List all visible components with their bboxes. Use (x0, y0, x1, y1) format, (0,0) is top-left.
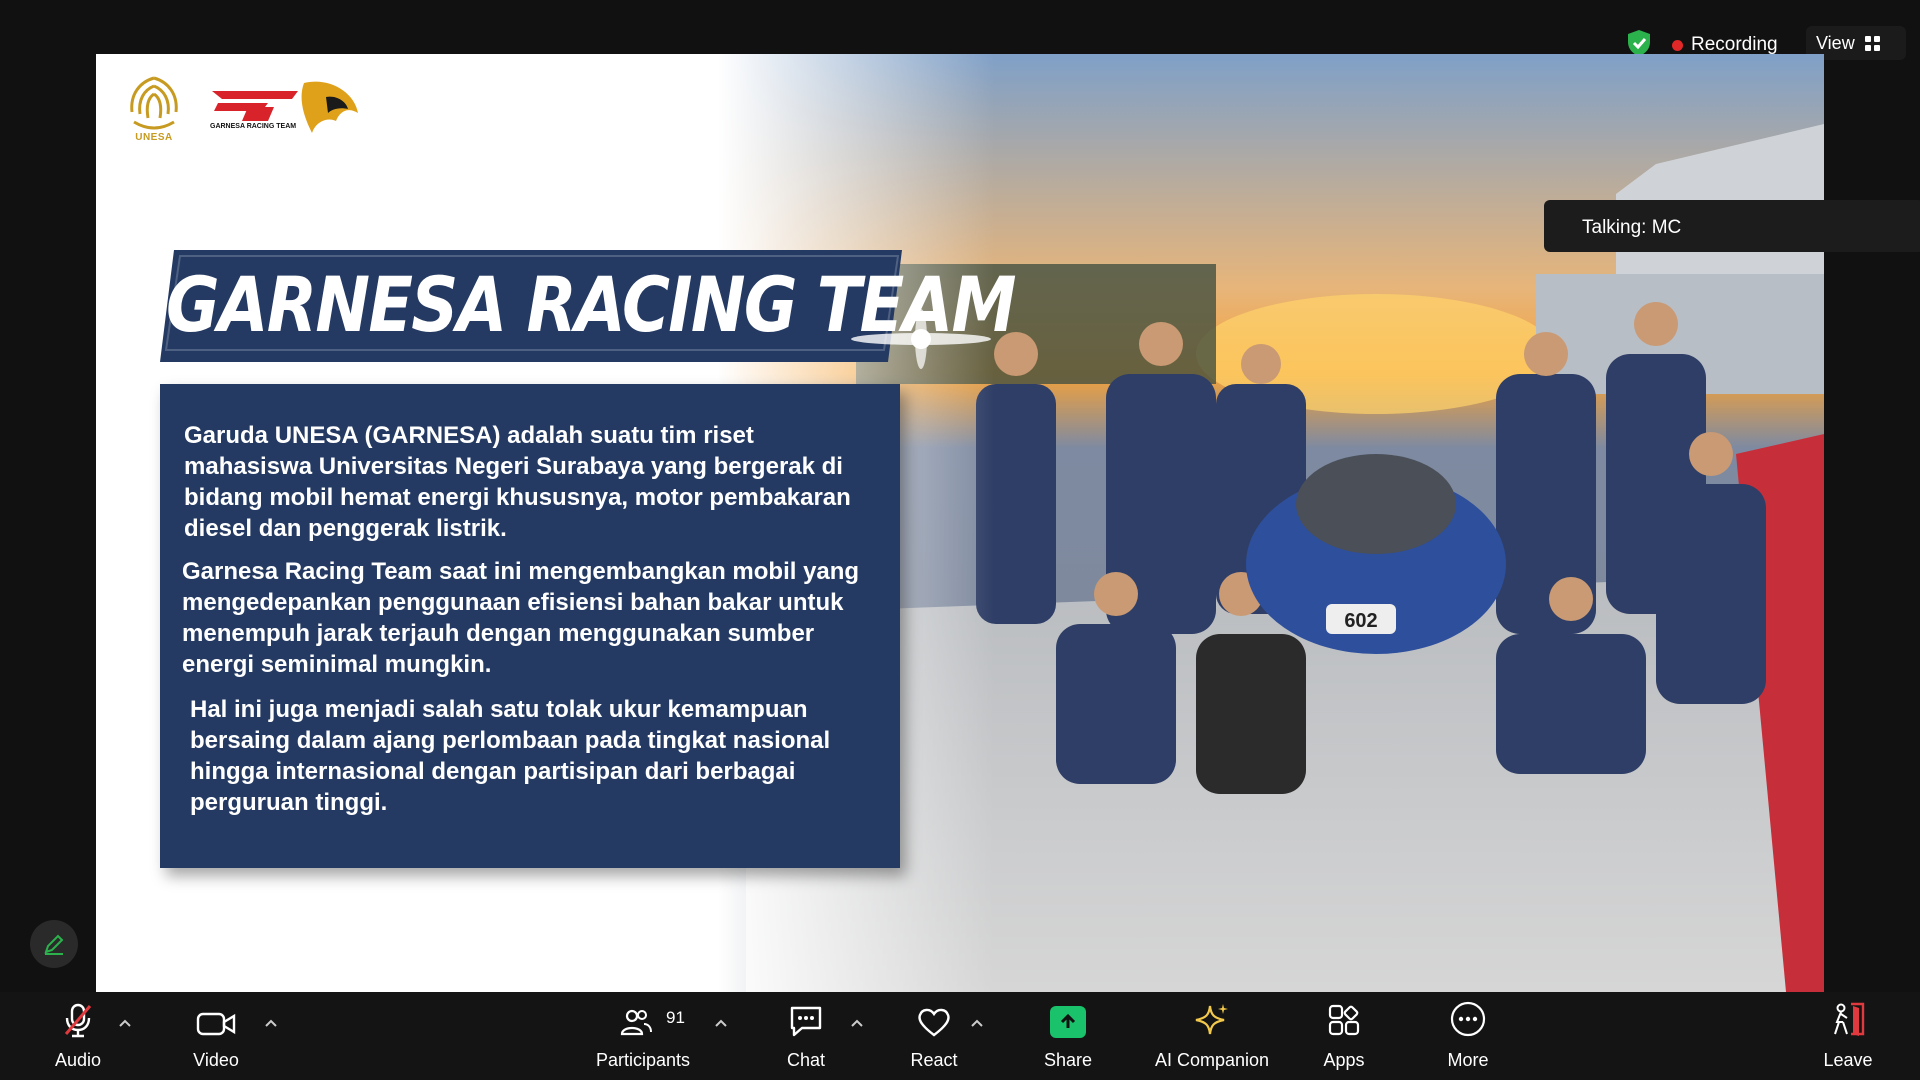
ai-companion-button[interactable]: AI Companion (1150, 992, 1274, 1080)
meeting-toolbar: Audio Video Participants 91 Chat React S… (0, 992, 1920, 1080)
microphone-muted-icon (64, 1003, 92, 1038)
leave-door-icon (1834, 1002, 1865, 1036)
unesa-emblem-icon (130, 76, 178, 130)
view-label: View (1816, 32, 1855, 53)
audio-options-chevron-icon[interactable] (118, 1018, 132, 1028)
react-button[interactable]: React (904, 992, 964, 1080)
garnesa-logo: GARNESA RACING TEAM (208, 77, 364, 139)
annotate-button[interactable] (30, 920, 78, 968)
encryption-shield-icon[interactable] (1626, 29, 1652, 57)
description-paragraph-1: Garuda UNESA (GARNESA) adalah suatu tim … (184, 422, 851, 542)
logo-group: UNESA GARNESA RACING TEAM (120, 72, 364, 143)
video-options-chevron-icon[interactable] (264, 1018, 278, 1028)
share-button[interactable]: Share (1036, 992, 1100, 1080)
apps-button[interactable]: Apps (1314, 992, 1374, 1080)
garnesa-logo-text: GARNESA RACING TEAM (210, 122, 297, 130)
description-paragraph-3: Hal ini juga menjadi salah satu tolak uk… (190, 696, 831, 816)
participants-button[interactable]: Participants (590, 992, 696, 1080)
apps-label: Apps (1323, 1050, 1365, 1070)
audio-label: Audio (54, 1050, 102, 1070)
video-label: Video (193, 1050, 239, 1070)
recording-indicator[interactable]: Recording (1672, 34, 1778, 56)
chat-button[interactable]: Chat (776, 992, 836, 1080)
light-flare-decoration (851, 309, 991, 369)
more-button[interactable]: More (1438, 992, 1498, 1080)
participants-label: Participants (595, 1050, 691, 1070)
chat-options-chevron-icon[interactable] (850, 1018, 864, 1028)
video-button[interactable]: Video (184, 992, 248, 1080)
unesa-logo-text: UNESA (135, 132, 173, 143)
participants-count: 91 (666, 1008, 685, 1027)
pencil-icon (44, 934, 64, 955)
talking-indicator: Talking: MC (1544, 200, 1920, 252)
shared-screen: 602 UNESA GARNESA RAC (96, 54, 1824, 992)
ai-companion-label: AI Companion (1154, 1050, 1270, 1070)
react-label: React (910, 1050, 958, 1070)
unesa-logo: UNESA (120, 72, 188, 143)
description-panel: Garuda UNESA (GARNESA) adalah suatu tim … (160, 384, 900, 868)
meeting-top-bar: Recording View (0, 0, 1920, 60)
share-label: Share (1043, 1050, 1093, 1070)
video-camera-icon (196, 1012, 236, 1036)
ai-companion-sparkle-icon (1195, 1004, 1228, 1035)
description-paragraph-2: Garnesa Racing Team saat ini mengembangk… (182, 558, 860, 678)
recording-label: Recording (1691, 34, 1778, 55)
apps-icon (1328, 1004, 1360, 1036)
heart-icon (918, 1008, 950, 1037)
leave-label: Leave (1823, 1050, 1873, 1070)
leave-button[interactable]: Leave (1818, 992, 1878, 1080)
more-ellipsis-icon (1450, 1001, 1486, 1037)
participants-options-chevron-icon[interactable] (714, 1018, 728, 1028)
audio-button[interactable]: Audio (46, 992, 110, 1080)
chat-bubble-icon (790, 1006, 822, 1037)
recording-dot-icon (1672, 39, 1683, 51)
share-screen-icon (1050, 1006, 1086, 1038)
react-options-chevron-icon[interactable] (970, 1018, 984, 1028)
talking-label: Talking: MC (1582, 217, 1682, 238)
chat-label: Chat (786, 1050, 826, 1070)
more-label: More (1447, 1050, 1489, 1070)
grid-view-icon (1864, 35, 1880, 51)
participants-icon (620, 1009, 652, 1036)
